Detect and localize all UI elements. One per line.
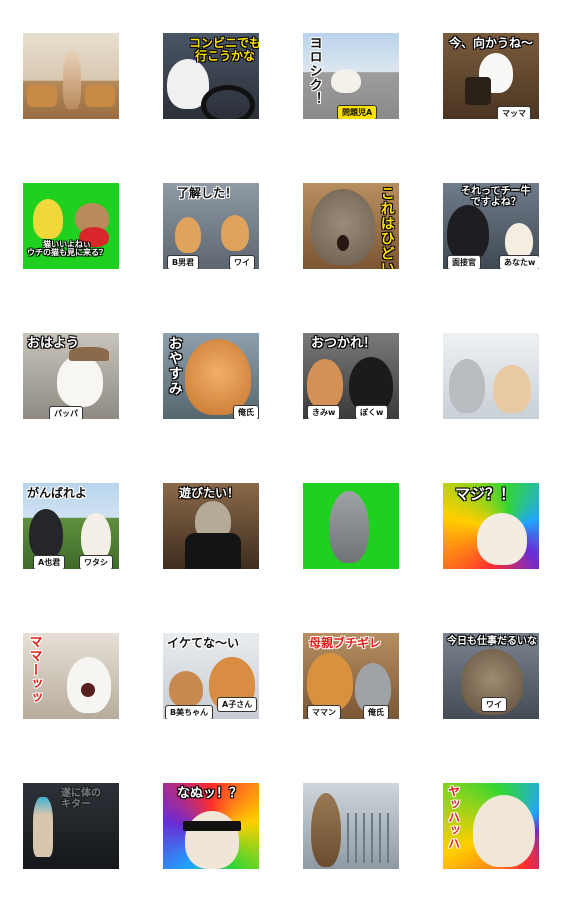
sticker-8[interactable]: それってチー牛 ですよね？ 面接官 あなたw [443, 183, 539, 269]
sticker-caption: これはひどい [378, 186, 395, 269]
cat-figure [57, 355, 103, 407]
cat-figure [221, 215, 249, 251]
cat-figure [81, 513, 111, 561]
name-tag: B男君 [167, 255, 200, 269]
name-tag: 俺氏 [233, 405, 259, 419]
cat-figure [169, 671, 203, 707]
cat-figure [63, 51, 81, 109]
cat-mouth [81, 683, 95, 697]
name-tag: ぼくw [355, 405, 389, 419]
sticker-10[interactable]: おやすみ 俺氏 [163, 333, 259, 419]
sticker-caption: ママーッッ [26, 635, 42, 705]
sticker-5[interactable]: 猫いいよねぃ ウチの猫も見に来る？ [23, 183, 119, 269]
sticker-caption: それってチー牛 ですよね？ [461, 186, 531, 208]
sticker-23[interactable] [303, 783, 399, 869]
sticker-15[interactable] [303, 483, 399, 569]
sticker-16[interactable]: マジ？！ [443, 483, 539, 569]
sticker-21[interactable]: 遂に体の キター [23, 783, 119, 869]
cat-figure [505, 223, 533, 259]
cat-mouth [337, 235, 349, 251]
name-tag: ワイ [229, 255, 255, 269]
sticker-grid: コンビニでも 行こうかな ヨロシク！ 問題児A 今、向かうね～ マッマ 猫いいよ… [0, 0, 562, 900]
sticker-7[interactable]: これはひどい [303, 183, 399, 269]
cat-figure [185, 811, 239, 869]
cat-figure [33, 797, 53, 857]
sticker-caption: イケてな～い [167, 636, 240, 650]
sofa-shape [85, 85, 115, 107]
sticker-caption: 猫いいよねぃ ウチの猫も見に来る？ [27, 240, 107, 258]
cat-figure [307, 653, 353, 711]
sticker-2[interactable]: コンビニでも 行こうかな [163, 33, 259, 119]
cat-figure [447, 205, 489, 261]
sticker-9[interactable]: おはよう パッパ [23, 333, 119, 419]
cat-figure [307, 359, 343, 409]
name-tag: マッマ [497, 106, 531, 119]
cat-figure [473, 795, 535, 867]
sticker-caption: 了解した！ [177, 186, 238, 200]
name-tag: あなたw [499, 255, 539, 269]
sticker-12[interactable] [443, 333, 539, 419]
cat-figure [33, 199, 63, 239]
cat-figure [311, 793, 341, 867]
sticker-19[interactable]: 母親ブチギレ ママン 俺氏 [303, 633, 399, 719]
sticker-caption: おはよう [27, 336, 80, 351]
sticker-3[interactable]: ヨロシク！ 問題児A [303, 33, 399, 119]
sticker-24[interactable]: ヤッハッハ [443, 783, 539, 869]
sticker-caption: 今日も仕事だるいな [447, 636, 537, 647]
sticker-17[interactable]: ママーッッ [23, 633, 119, 719]
cat-figure [331, 69, 361, 93]
sticker-11[interactable]: おつかれ！ きみw ぼくw [303, 333, 399, 419]
sticker-caption: 母親ブチギレ [309, 636, 382, 650]
sticker-caption: 今、向かうね～ [449, 36, 534, 50]
sticker-caption: おつかれ！ [311, 336, 377, 351]
cat-figure [493, 365, 531, 413]
cat-figure [175, 217, 201, 253]
name-tag: B美ちゃん [165, 705, 214, 719]
sticker-13[interactable]: がんばれよ A也君 ワタシ [23, 483, 119, 569]
name-tag: パッパ [49, 406, 83, 419]
sofa-shape [27, 85, 57, 107]
sticker-caption: マジ？！ [455, 485, 516, 503]
name-tag: 俺氏 [363, 705, 389, 719]
cat-figure [311, 189, 375, 265]
sticker-caption: おやすみ [166, 336, 183, 396]
sticker-caption: 遊びたい！ [179, 486, 240, 500]
leather-jacket [185, 533, 241, 569]
cat-figure [449, 359, 485, 413]
sticker-22[interactable]: なぬッ！？ [163, 783, 259, 869]
steering-wheel [201, 85, 255, 119]
sticker-caption: 遂に体の キター [61, 788, 101, 810]
sticker-caption: ヨロシク！ [306, 36, 322, 106]
name-tag: A也君 [33, 555, 66, 569]
name-tag: ママン [307, 705, 341, 719]
sticker-4[interactable]: 今、向かうね～ マッマ [443, 33, 539, 119]
sunglasses [183, 821, 241, 831]
name-tag: ワイ [481, 697, 507, 712]
sticker-20[interactable]: 今日も仕事だるいな ワイ [443, 633, 539, 719]
sticker-caption: ヤッハッハ [446, 785, 461, 850]
name-tag: 問題児A [337, 105, 378, 119]
cat-figure [329, 491, 369, 563]
sticker-14[interactable]: 遊びたい！ [163, 483, 259, 569]
cat-figure [477, 513, 527, 565]
sticker-caption: がんばれよ [27, 486, 88, 500]
cat-figure [185, 339, 251, 415]
handbag [465, 77, 491, 105]
name-tag: ワタシ [79, 555, 113, 569]
sticker-caption: コンビニでも 行こうかな [189, 36, 259, 63]
sticker-caption: なぬッ！？ [177, 786, 243, 801]
name-tag: 面接官 [447, 255, 481, 269]
name-tag: A子さん [217, 697, 258, 712]
cat-figure [29, 509, 63, 559]
fence [347, 813, 395, 863]
name-tag: きみw [307, 405, 341, 419]
sticker-6[interactable]: 了解した！ B男君 ワイ [163, 183, 259, 269]
sticker-18[interactable]: イケてな～い B美ちゃん A子さん [163, 633, 259, 719]
sticker-1[interactable] [23, 33, 119, 119]
